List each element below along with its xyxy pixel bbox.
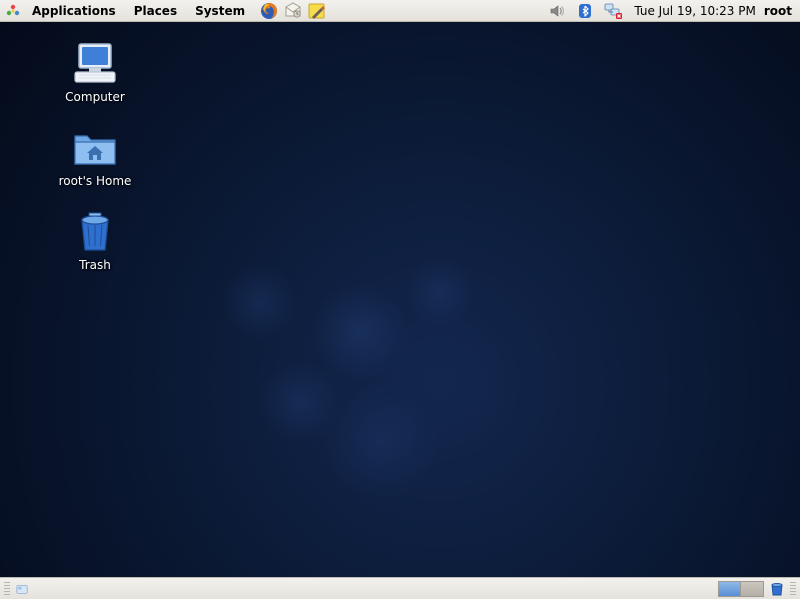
bottom-panel (0, 577, 800, 599)
trash-applet[interactable] (768, 580, 786, 598)
desktop-icon-label: root's Home (59, 174, 132, 188)
show-desktop-button[interactable] (16, 581, 28, 597)
desktop-icon-label: Trash (79, 258, 111, 272)
system-menu[interactable]: System (187, 2, 253, 20)
desktop-icons-area: Computer root's Home (40, 42, 150, 272)
bluetooth-icon[interactable] (576, 2, 594, 20)
desktop[interactable]: Computer root's Home (0, 22, 800, 577)
bottom-panel-right (718, 580, 796, 598)
panel-grip[interactable] (790, 582, 796, 596)
clock[interactable]: Tue Jul 19, 10:23 PM (628, 4, 762, 18)
main-menu-bar: Applications Places System (0, 2, 253, 20)
distro-logo-icon[interactable] (4, 2, 22, 20)
firefox-launcher[interactable] (259, 1, 279, 21)
trash-icon (71, 210, 119, 254)
top-panel: Applications Places System (0, 0, 800, 22)
volume-icon[interactable] (548, 2, 566, 20)
workspace-switcher[interactable] (718, 581, 764, 597)
launcher-area (253, 1, 327, 21)
workspace-1[interactable] (719, 582, 741, 596)
computer-icon (71, 42, 119, 86)
applications-menu[interactable]: Applications (24, 2, 124, 20)
workspace-2[interactable] (741, 582, 763, 596)
desktop-icon-home[interactable]: root's Home (40, 126, 150, 188)
bottom-panel-left (4, 581, 28, 597)
system-tray (548, 2, 628, 20)
user-menu[interactable]: root (762, 4, 800, 18)
panel-grip[interactable] (4, 582, 10, 596)
network-icon[interactable] (604, 2, 622, 20)
desktop-icon-label: Computer (65, 90, 125, 104)
places-menu[interactable]: Places (126, 2, 185, 20)
notes-launcher[interactable] (307, 1, 327, 21)
desktop-icon-trash[interactable]: Trash (40, 210, 150, 272)
home-folder-icon (71, 126, 119, 170)
desktop-icon-computer[interactable]: Computer (40, 42, 150, 104)
mail-launcher[interactable] (283, 1, 303, 21)
